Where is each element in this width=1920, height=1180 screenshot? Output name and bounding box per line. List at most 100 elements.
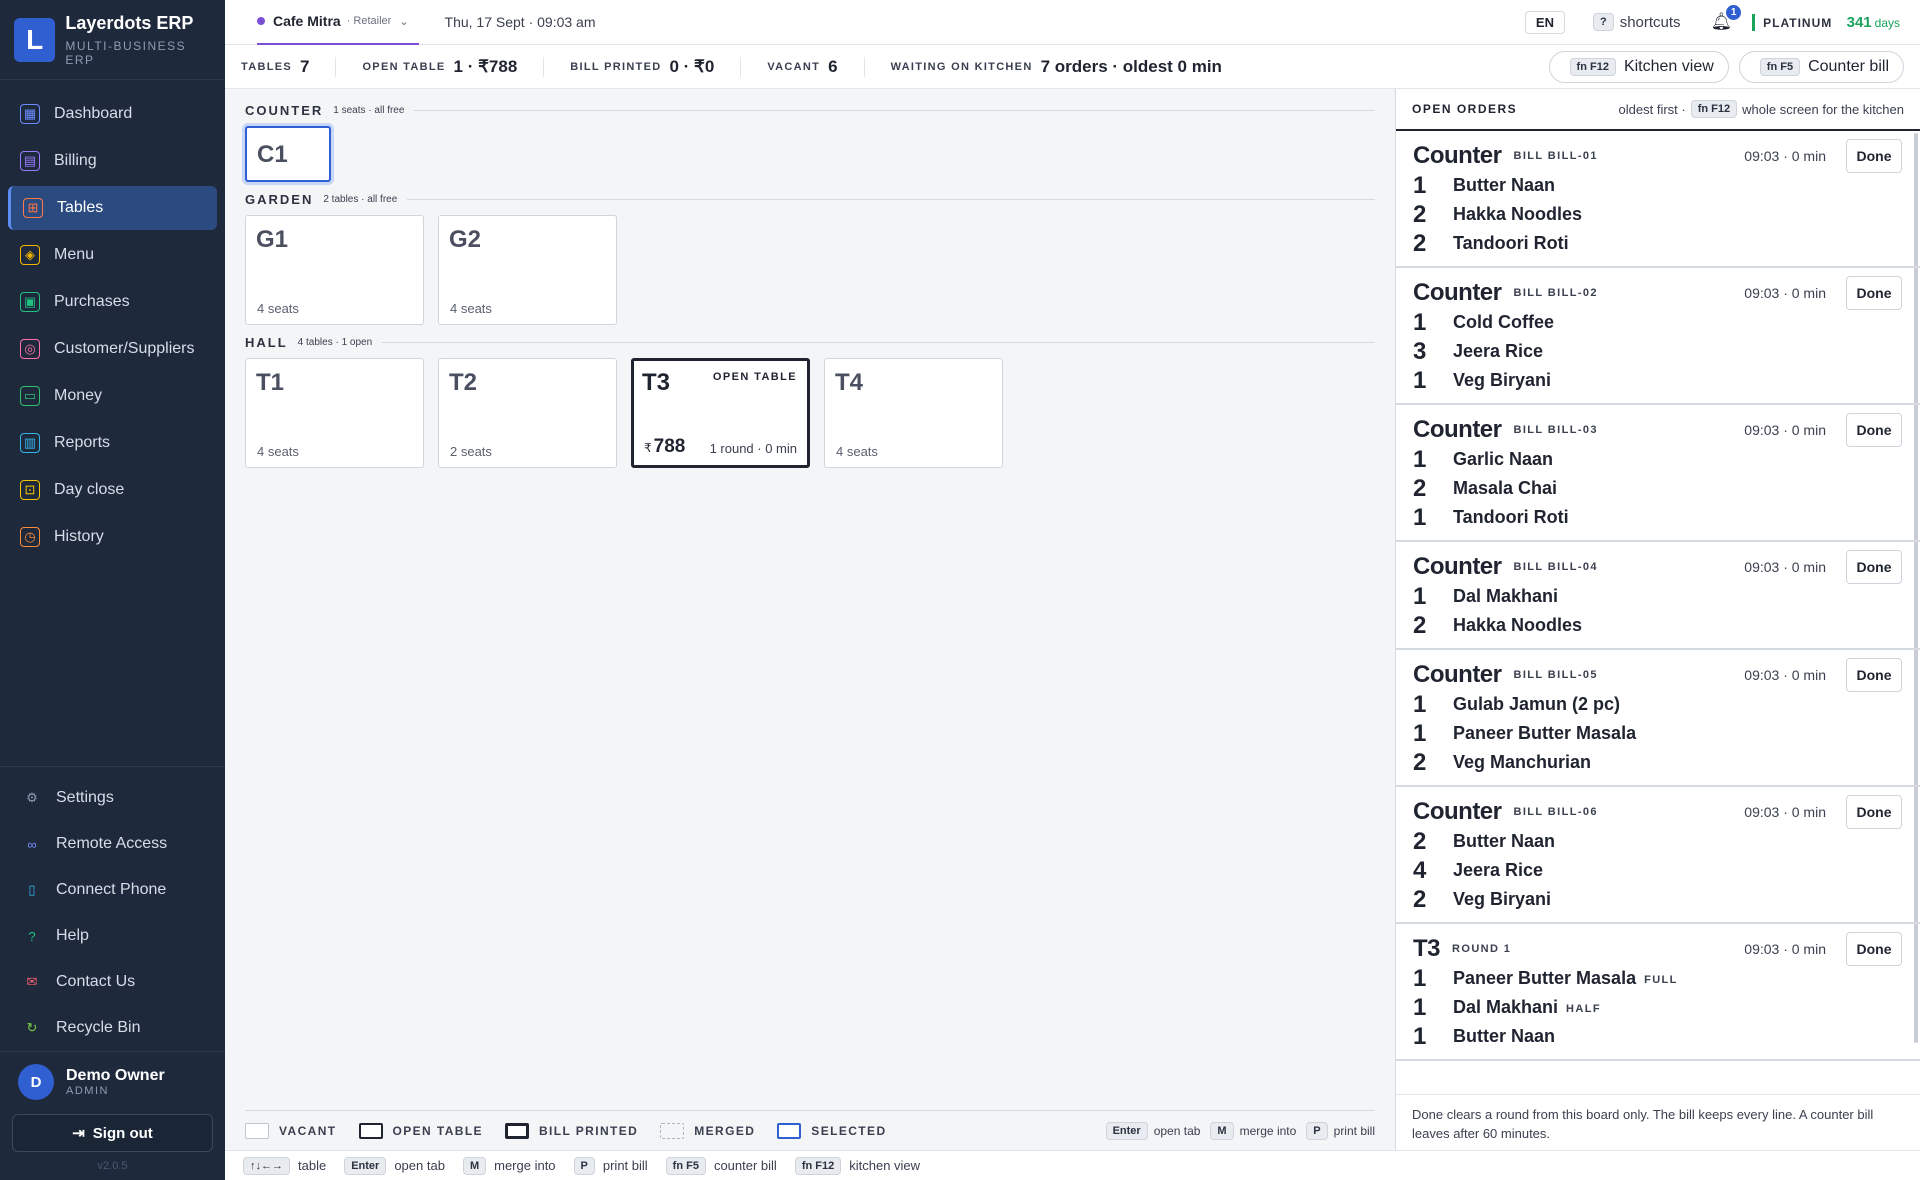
legend-label: OPEN TABLE <box>392 1123 483 1138</box>
order-qty: 4 <box>1413 856 1427 884</box>
sign-out-button[interactable]: ⇥ Sign out <box>12 1114 213 1152</box>
stat-vacant: VACANT 6 <box>767 57 837 77</box>
counter-bill-button[interactable]: fn F5 Counter bill <box>1738 50 1904 83</box>
shortcut-hint: Mmerge into <box>462 1156 556 1175</box>
order-bill-ref: BILL BILL-03 <box>1513 424 1598 436</box>
sidebar-item-customer-suppliers[interactable]: ◎ Customer/Suppliers <box>8 327 217 371</box>
shortcut-hint: fn F12 kitchen view <box>794 1156 921 1175</box>
order-item: Butter Naan <box>1453 175 1556 195</box>
sidebar-item-dashboard[interactable]: ▦ Dashboard <box>8 92 217 136</box>
sidebar-item-recycle-bin[interactable]: ↻ Recycle Bin <box>10 1005 215 1051</box>
order-qty: 1 <box>1413 308 1427 336</box>
order-line: 2 Hakka Noodles <box>1413 611 1902 640</box>
notifications-button[interactable]: 🔔︎ 1 <box>1711 5 1742 32</box>
main-nav: ▦ Dashboard ▤ Billing ⊞ Tables ◈ Menu ▣ Purchases… <box>0 80 225 562</box>
section-title: COUNTER <box>245 103 324 118</box>
done-button[interactable]: Done <box>1846 276 1902 310</box>
order-card: Counter BILL BILL-06 09:03 · 0 min Done 2 But… <box>1396 787 1920 924</box>
order-item: Gulab Jamun (2 pc) <box>1453 694 1621 714</box>
table-name: C1 <box>257 141 288 168</box>
done-button[interactable]: Done <box>1846 413 1902 447</box>
order-time: 09:03 · 0 min <box>1744 941 1826 957</box>
brand: L Layerdots ERP MULTI-BUSINESS ERP <box>0 0 225 80</box>
sidebar-item-purchases[interactable]: ▣ Purchases <box>8 280 217 324</box>
stat-value: 6 <box>828 56 838 76</box>
legend-vacant: VACANT <box>245 1122 337 1139</box>
chevron-down-icon: ⌄ <box>399 15 409 28</box>
key-hint: Enter <box>1105 1121 1148 1140</box>
order-line: 2 Veg Biryani <box>1413 885 1902 914</box>
legend-swatch <box>660 1122 685 1139</box>
table-tile-t1[interactable]: T1 4 seats <box>245 358 424 468</box>
orders-meta-suffix: whole screen for the kitchen <box>1742 101 1904 117</box>
sidebar-item-history[interactable]: ◷ History <box>8 515 217 559</box>
shortcuts-label: shortcuts <box>1619 13 1681 31</box>
table-name: T2 <box>449 369 478 396</box>
table-tile-t2[interactable]: T2 2 seats <box>438 358 617 468</box>
shortcuts-button[interactable]: ? shortcuts <box>1592 13 1681 31</box>
floor-plan: COUNTER 1 seats · all free C1 GARDEN 2 t… <box>225 89 1395 1150</box>
user-card[interactable]: D Demo Owner ADMIN <box>0 1051 225 1108</box>
kitchen-view-button[interactable]: fn F12 Kitchen view <box>1548 50 1729 83</box>
sidebar-item-reports[interactable]: ▥ Reports <box>8 421 217 465</box>
stat-value: 0 · ₹0 <box>669 56 715 76</box>
sidebar-item-connect-phone[interactable]: ▯ Connect Phone <box>10 867 215 913</box>
section-title: HALL <box>245 335 288 350</box>
sidebar-item-label: Help <box>56 927 89 944</box>
table-seats: 4 seats <box>836 444 878 459</box>
done-button[interactable]: Done <box>1846 550 1902 584</box>
order-bill-ref: BILL BILL-02 <box>1513 287 1598 299</box>
orders-footer-note: Done clears a round from this board only… <box>1396 1094 1920 1150</box>
sidebar-item-billing[interactable]: ▤ Billing <box>8 139 217 183</box>
table-tile-g1[interactable]: G1 4 seats <box>245 215 424 325</box>
orders-list[interactable]: Counter BILL BILL-01 09:03 · 0 min Done 1 But… <box>1396 131 1920 1094</box>
table-round-info: 1 round · 0 min <box>709 441 797 456</box>
open-table-tag: OPEN TABLE <box>712 371 797 383</box>
orders-meta: oldest first · fn F12 whole screen for t… <box>1619 100 1904 118</box>
stat-open-table: OPEN TABLE 1 · ₹788 <box>362 57 517 77</box>
section-meta: 4 tables · 1 open <box>297 337 373 348</box>
key-hint-label: kitchen view <box>849 1158 921 1173</box>
order-source: Counter <box>1413 416 1502 443</box>
sidebar-item-remote-access[interactable]: ∞ Remote Access <box>10 821 215 867</box>
sidebar-item-contact-us[interactable]: ✉ Contact Us <box>10 959 215 1005</box>
order-header: Counter BILL BILL-03 09:03 · 0 min Done <box>1413 413 1902 447</box>
key-hint: Enter <box>344 1156 387 1175</box>
sidebar-item-money[interactable]: ▭ Money <box>8 374 217 418</box>
cash-icon: ▭ <box>20 386 40 406</box>
order-source: Counter <box>1413 798 1502 825</box>
done-button[interactable]: Done <box>1846 795 1902 829</box>
button-label: Counter bill <box>1808 57 1889 75</box>
table-tile-t4[interactable]: T4 4 seats <box>824 358 1003 468</box>
notification-badge: 1 <box>1726 5 1742 20</box>
table-tile-g2[interactable]: G2 4 seats <box>438 215 617 325</box>
order-source: Counter <box>1413 553 1502 580</box>
clock-icon: ◷ <box>20 527 40 547</box>
order-qty: 1 <box>1413 1022 1427 1050</box>
business-switcher[interactable]: Cafe Mitra · Retailer ⌄ <box>257 0 419 45</box>
done-button[interactable]: Done <box>1846 139 1902 173</box>
order-item: Butter Naan <box>1453 831 1556 851</box>
order-bill-ref: ROUND 1 <box>1452 943 1512 955</box>
stat-label: VACANT <box>767 60 821 73</box>
sidebar-item-day-close[interactable]: ⊡ Day close <box>8 468 217 512</box>
topbar: Cafe Mitra · Retailer ⌄ Thu, 17 Sept · 0… <box>225 0 1920 45</box>
table-tile-t3[interactable]: T3 OPEN TABLE ₹788 1 round · 0 min <box>631 358 810 468</box>
currency-symbol: ₹ <box>644 441 652 455</box>
done-button[interactable]: Done <box>1846 658 1902 692</box>
done-button[interactable]: Done <box>1846 932 1902 966</box>
table-tile-c1[interactable]: C1 <box>245 126 331 182</box>
order-line: 1 Dal Makhani HALF <box>1413 993 1902 1022</box>
order-qty: 2 <box>1413 827 1427 855</box>
table-tiles: C1 <box>245 126 1375 182</box>
language-button[interactable]: EN <box>1524 10 1565 34</box>
legend-bill: BILL PRINTED <box>504 1122 638 1139</box>
sidebar-item-settings[interactable]: ⚙ Settings <box>10 775 215 821</box>
sidebar-item-tables[interactable]: ⊞ Tables <box>8 186 217 230</box>
sidebar-item-menu[interactable]: ◈ Menu <box>8 233 217 277</box>
order-header: Counter BILL BILL-06 09:03 · 0 min Done <box>1413 795 1902 829</box>
document-icon: ▤ <box>20 151 40 171</box>
legend-selected: SELECTED <box>777 1122 886 1139</box>
amount-value: 788 <box>653 436 686 457</box>
sidebar-item-help[interactable]: ? Help <box>10 913 215 959</box>
